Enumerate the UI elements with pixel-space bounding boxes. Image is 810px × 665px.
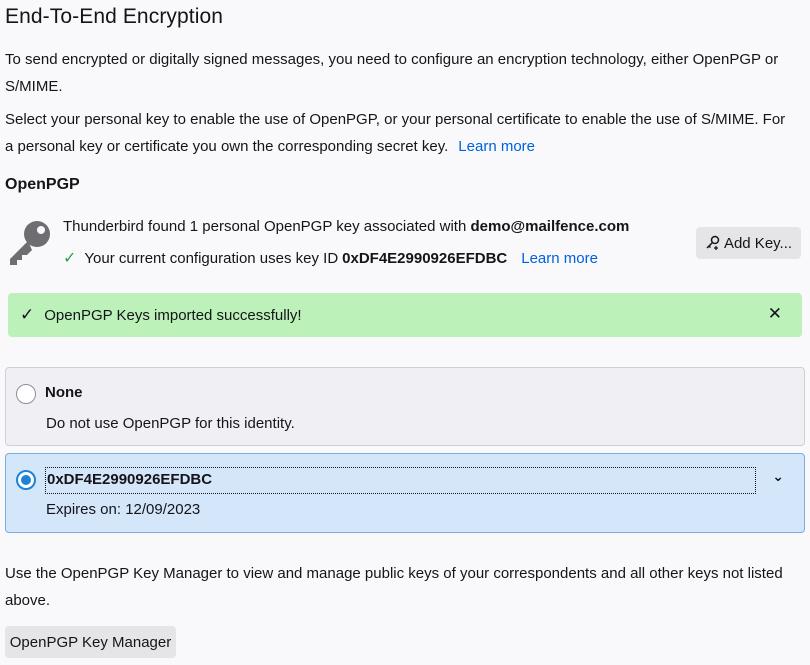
config-learn-more-link[interactable]: Learn more (521, 248, 598, 270)
option-none-label: None (45, 384, 83, 401)
option-none-description: Do not use OpenPGP for this identity. (46, 415, 295, 432)
close-icon[interactable]: ✕ (768, 304, 782, 324)
page-title: End-To-End Encryption (5, 5, 224, 28)
option-key-label: 0xDF4E2990926EFDBC (45, 467, 756, 494)
option-key-expiry: Expires on: 12/09/2023 (46, 501, 201, 518)
select-key-description: Select your personal key to enable the u… (5, 111, 786, 155)
config-key-id: 0xDF4E2990926EFDBC (342, 250, 508, 267)
option-key[interactable]: 0xDF4E2990926EFDBC ⌄ Expires on: 12/09/2… (5, 453, 805, 533)
key-plus-icon (706, 235, 720, 250)
key-found-message: Thunderbird found 1 personal OpenPGP key… (63, 216, 629, 238)
chevron-down-icon[interactable]: ⌄ (772, 468, 784, 485)
success-check-icon: ✓ (20, 305, 35, 324)
intro-text: To send encrypted or digitally signed me… (5, 51, 779, 95)
account-email: demo@mailfence.com (470, 218, 630, 235)
radio-none[interactable] (16, 384, 36, 404)
success-message: OpenPGP Keys imported successfully! (44, 306, 302, 324)
select-key-text: Select your personal key to enable the u… (5, 106, 795, 160)
add-key-label: Add Key... (723, 234, 793, 252)
key-manager-button[interactable]: OpenPGP Key Manager (5, 626, 176, 658)
openpgp-section-title: OpenPGP (5, 176, 80, 193)
key-manager-text: Use the OpenPGP Key Manager to view and … (5, 565, 783, 609)
add-key-button[interactable]: Add Key... (696, 227, 801, 259)
radio-key-selected[interactable] (16, 470, 36, 490)
key-found-text: Thunderbird found 1 personal OpenPGP key… (63, 218, 467, 235)
config-text: Your current configuration uses key ID (84, 250, 339, 267)
learn-more-link[interactable]: Learn more (458, 138, 535, 155)
current-config-line: ✓ Your current configuration uses key ID… (63, 248, 598, 270)
success-notification: ✓ OpenPGP Keys imported successfully! ✕ (8, 293, 802, 337)
key-icon (10, 221, 50, 265)
option-none[interactable]: None Do not use OpenPGP for this identit… (5, 367, 805, 446)
check-icon: ✓ (63, 250, 77, 267)
